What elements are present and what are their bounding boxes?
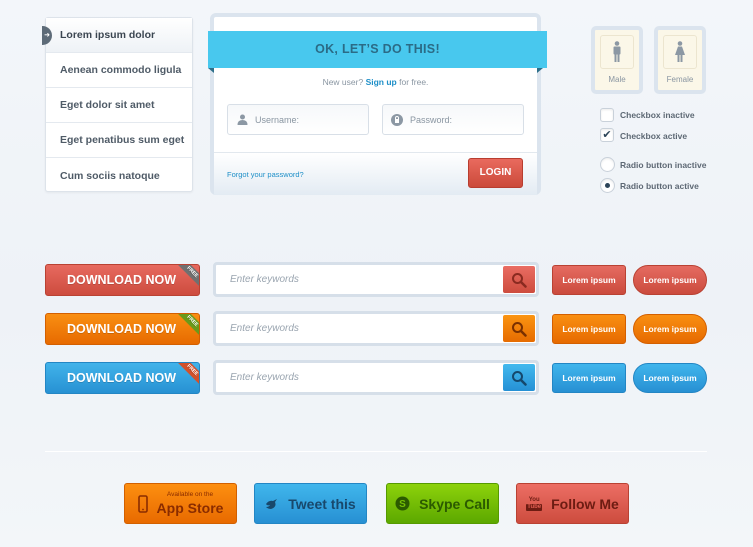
download-now-button-blue[interactable]: DOWNLOAD NOW FREE [45,362,200,394]
signup-link[interactable]: Sign up [366,77,397,87]
login-title: OK, LET’S DO THIS! [208,31,547,68]
download-label: DOWNLOAD NOW [67,371,177,385]
search-button[interactable] [503,364,535,391]
user-icon [236,114,248,126]
search-button[interactable] [503,266,535,293]
skype-label: Skype Call [419,495,490,512]
divider [45,451,707,452]
skype-call-button[interactable]: S Skype Call [386,483,499,524]
skype-icon: S [395,496,410,511]
download-label: DOWNLOAD NOW [67,273,177,287]
app-store-small-text: Available on the [166,491,214,499]
male-icon [600,35,634,69]
menu-item-label: Lorem ipsum dolor [60,29,156,41]
menu-item[interactable]: Eget dolor sit amet [46,88,192,123]
female-icon [663,35,697,69]
new-user-text: New user? Sign up for free. [214,77,537,87]
radio-active-label: Radio button active [620,181,699,191]
app-store-label: App Store [156,499,224,516]
search-box-blue [213,360,539,395]
new-user-prefix: New user? [322,77,364,87]
login-card: OK, LET’S DO THIS! New user? Sign up for… [208,13,547,195]
menu-item[interactable]: Eget penatibus sum eget [46,123,192,158]
radio-dot [605,183,610,188]
checkbox-inactive-label: Checkbox inactive [620,110,695,120]
male-label: Male [608,75,626,84]
login-footer: Forgot your password? LOGIN [214,152,537,195]
menu-item[interactable]: Lorem ipsum dolor [46,18,192,53]
download-label: DOWNLOAD NOW [67,322,177,336]
radio-inactive[interactable] [600,157,615,172]
search-input[interactable] [216,265,506,294]
lorem-button-pill-blue[interactable]: Lorem ipsum [633,363,707,393]
lorem-button-square-blue[interactable]: Lorem ipsum [552,363,626,393]
ribbon-fold-right [537,68,543,73]
lorem-button-square-orange[interactable]: Lorem ipsum [552,314,626,344]
lorem-button-pill-red[interactable]: Lorem ipsum [633,265,707,295]
login-button[interactable]: LOGIN [468,158,523,188]
search-box-red [213,262,539,297]
follow-me-button[interactable]: You Tube Follow Me [516,483,629,524]
follow-label: Follow Me [551,495,619,512]
menu-item-label: Eget dolor sit amet [60,99,155,111]
new-user-suffix: for free. [399,77,429,87]
download-now-button-orange[interactable]: DOWNLOAD NOW FREE [45,313,200,345]
search-button[interactable] [503,315,535,342]
checkbox-active-label: Checkbox active [620,131,688,141]
gender-male-option[interactable]: Male [591,26,643,94]
female-label: Female [666,75,694,84]
search-input[interactable] [216,363,506,392]
youtube-icon: You Tube [526,496,543,511]
search-box-orange [213,311,539,346]
free-ribbon: FREE [173,363,199,389]
username-field[interactable]: Username: [227,104,369,135]
radio-active[interactable] [600,178,615,193]
phone-icon [137,494,148,513]
menu-item-label: Aenean commodo ligula [60,64,182,76]
search-icon [512,272,527,288]
menu-item-label: Eget penatibus sum eget [60,134,185,146]
menu-item-label: Cum sociis natoque [60,169,160,182]
free-ribbon: FREE [173,265,199,291]
search-icon [512,370,527,386]
tweet-label: Tweet this [288,495,356,512]
menu-item[interactable]: Aenean commodo ligula [46,53,192,88]
lorem-button-pill-orange[interactable]: Lorem ipsum [633,314,707,344]
forgot-password-link[interactable]: Forgot your password? [227,170,304,179]
search-input[interactable] [216,314,506,343]
app-store-button[interactable]: Available on the App Store [124,483,237,524]
download-now-button-red[interactable]: DOWNLOAD NOW FREE [45,264,200,296]
password-placeholder: Password: [410,114,453,125]
menu-item[interactable]: Cum sociis natoque [46,158,192,193]
checkbox-active[interactable]: ✔ [600,128,614,142]
twitter-bird-icon [265,498,279,510]
password-field[interactable]: Password: [382,104,524,135]
lock-icon [391,113,403,126]
youtube-tube: Tube [526,503,543,511]
svg-text:S: S [399,499,406,510]
checkbox-inactive[interactable] [600,108,614,122]
search-icon [512,321,527,337]
lorem-button-square-red[interactable]: Lorem ipsum [552,265,626,295]
free-ribbon: FREE [173,314,199,340]
gender-female-option[interactable]: Female [654,26,706,94]
radio-inactive-label: Radio button inactive [620,160,707,170]
side-menu: ➜ Lorem ipsum dolor Aenean commodo ligul… [42,17,193,193]
checkmark-icon: ✔ [602,129,612,141]
youtube-you: You [528,496,540,503]
ribbon-fold-left [208,68,214,73]
username-placeholder: Username: [255,114,300,125]
tweet-button[interactable]: Tweet this [254,483,367,524]
